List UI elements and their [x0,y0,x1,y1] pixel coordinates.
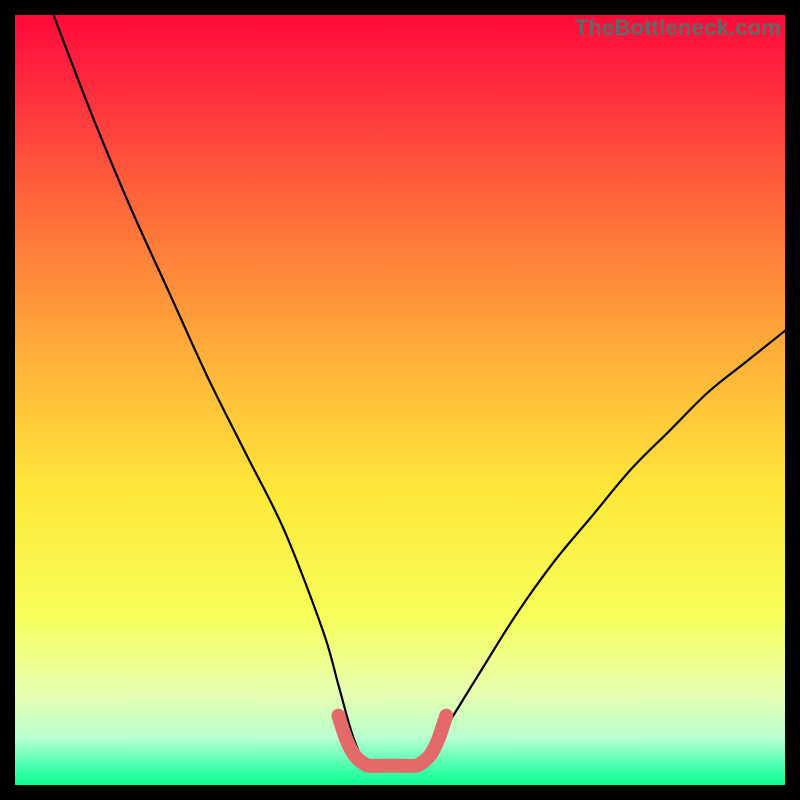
chart-frame: TheBottleneck.com [15,15,785,785]
gradient-background [15,15,785,785]
watermark-text: TheBottleneck.com [575,15,781,41]
chart-svg [15,15,785,785]
